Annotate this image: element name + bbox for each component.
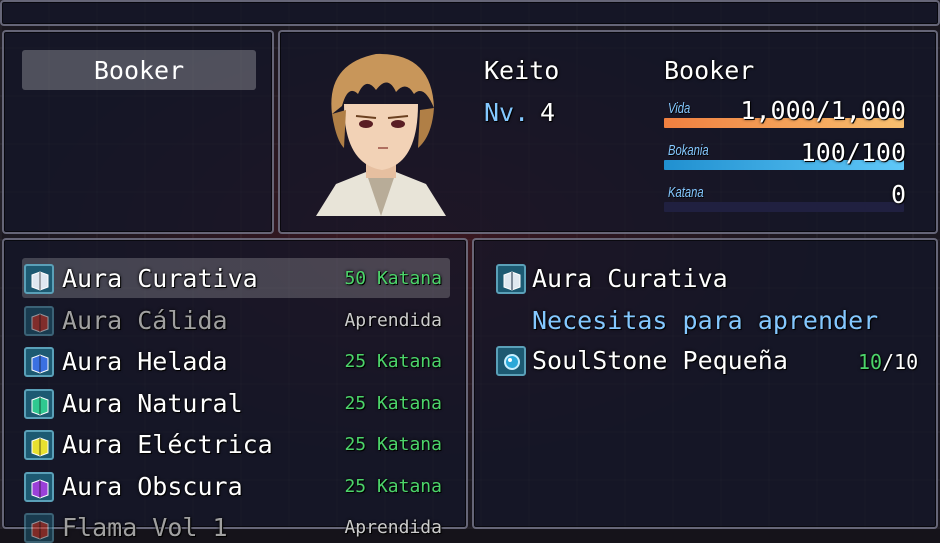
gauge-track: [664, 202, 904, 212]
skill-name[interactable]: Flama Vol 1: [62, 513, 228, 542]
detail-skill-name: Aura Curativa: [532, 264, 728, 293]
actor-tab-label: Booker: [93, 56, 185, 85]
item-owned-count: 10: [858, 350, 883, 374]
book-red-icon: [24, 513, 54, 543]
required-item-name: SoulStone Pequeña: [532, 346, 788, 375]
level-value: 4: [540, 98, 556, 127]
item-required-count: /10: [882, 350, 919, 374]
book-red-icon: [24, 305, 54, 336]
actor-name: Keito: [484, 56, 560, 85]
actor-tab[interactable]: Booker: [22, 50, 256, 90]
skill-name[interactable]: Aura Eléctrica: [62, 430, 273, 459]
skill-name[interactable]: Aura Obscura: [62, 472, 243, 501]
actor-portrait: [316, 53, 446, 216]
book-white-icon: [24, 264, 54, 294]
mp-value: 100/100: [800, 138, 906, 167]
top-window: [0, 0, 940, 26]
tp-label: Katana: [668, 184, 704, 201]
skill-cost: 25 Katana: [344, 434, 442, 455]
book-blue-icon: [24, 347, 54, 377]
skill-cost: 25 Katana: [344, 475, 442, 497]
requirement-heading: Necesitas para aprender: [532, 306, 879, 335]
book-purple-icon: [24, 471, 54, 502]
learned-status: Aprendida: [344, 309, 442, 331]
skill-name[interactable]: Aura Curativa: [62, 264, 258, 293]
detail-book-icon: [496, 264, 526, 294]
tp-value: 0: [890, 180, 906, 209]
learned-status: Aprendida: [344, 517, 442, 538]
book-yellow-icon: [24, 430, 54, 460]
skill-name[interactable]: Aura Helada: [62, 347, 228, 376]
hp-label: Vida: [668, 100, 691, 117]
mp-label: Bokania: [668, 142, 709, 159]
actor-nickname: Booker: [664, 56, 755, 85]
skill-name[interactable]: Aura Cálida: [62, 306, 228, 335]
skill-cost: 50 Katana: [344, 268, 442, 289]
level-label: Nv.: [484, 98, 530, 127]
skill-name[interactable]: Aura Natural: [62, 389, 243, 418]
hp-value: 1,000/1,000: [740, 96, 906, 125]
book-green-icon: [24, 388, 54, 419]
skill-cost: 25 Katana: [344, 392, 442, 414]
soulstone-icon: [496, 346, 526, 376]
skill-cost: 25 Katana: [344, 351, 442, 372]
